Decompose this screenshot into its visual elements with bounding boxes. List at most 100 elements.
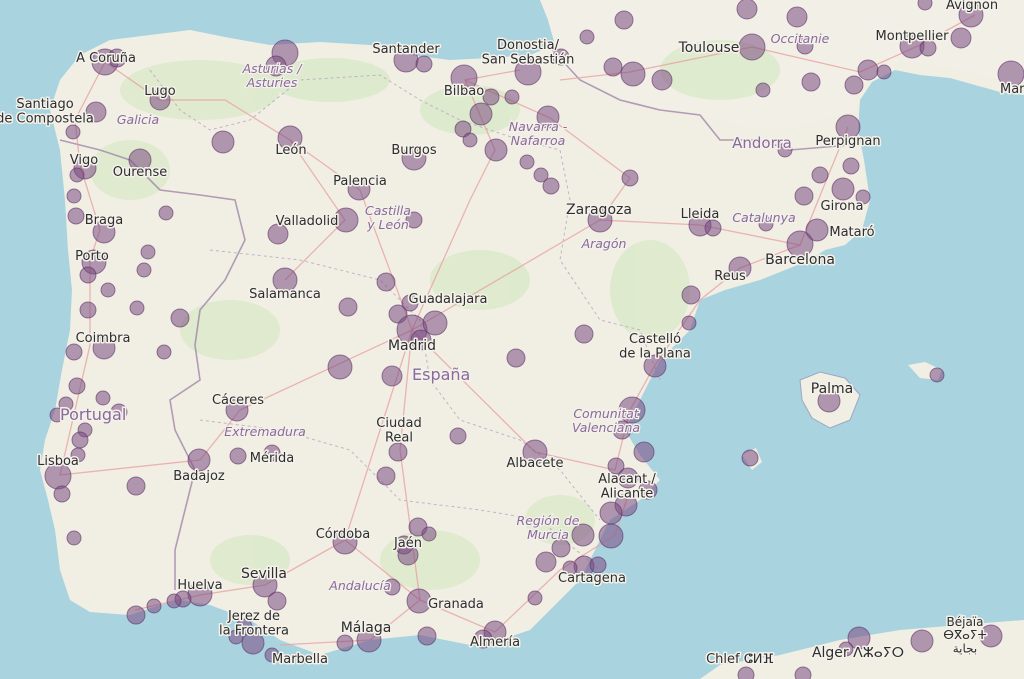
- marker[interactable]: [462, 132, 478, 148]
- marker[interactable]: [421, 526, 437, 542]
- marker[interactable]: [211, 130, 235, 154]
- marker[interactable]: [146, 598, 162, 614]
- label-line: Córdoba: [316, 527, 371, 542]
- map-canvas[interactable]: España Portugal Asturias / Asturies Galic…: [0, 0, 1024, 679]
- marker[interactable]: [156, 344, 172, 360]
- marker[interactable]: [704, 219, 722, 237]
- marker-toulouse[interactable]: [738, 33, 766, 61]
- marker[interactable]: [603, 57, 623, 77]
- marker[interactable]: [614, 10, 634, 30]
- label-line: Cartagena: [558, 571, 626, 586]
- label-line: Andalucía: [328, 578, 390, 593]
- marker[interactable]: [65, 124, 81, 140]
- marker[interactable]: [126, 476, 146, 496]
- marker[interactable]: [579, 29, 595, 45]
- marker[interactable]: [504, 89, 520, 105]
- marker[interactable]: [69, 167, 85, 183]
- marker[interactable]: [129, 300, 145, 316]
- marker[interactable]: [140, 244, 156, 260]
- marker[interactable]: [166, 593, 182, 609]
- label-line: Chlef ⵛⵍⴼ: [706, 652, 774, 667]
- marker[interactable]: [844, 75, 864, 95]
- marker[interactable]: [811, 166, 829, 184]
- marker[interactable]: [469, 102, 493, 126]
- marker[interactable]: [681, 315, 697, 331]
- marker[interactable]: [68, 377, 86, 395]
- marker-badajoz[interactable]: [187, 448, 211, 472]
- marker[interactable]: [66, 188, 82, 204]
- marker[interactable]: [801, 72, 821, 92]
- label-line: Badajoz: [173, 469, 225, 484]
- marker[interactable]: [136, 262, 152, 278]
- label-line: Santiago: [16, 97, 73, 112]
- marker[interactable]: [535, 551, 557, 573]
- marker[interactable]: [519, 154, 535, 170]
- marker[interactable]: [574, 324, 594, 344]
- label-line: Occitanie: [771, 31, 830, 46]
- marker[interactable]: [79, 266, 97, 284]
- city-label: Lisboa: [37, 454, 79, 469]
- label-line: Marbella: [272, 652, 328, 667]
- marker-ciudad-real[interactable]: [388, 442, 408, 462]
- marker[interactable]: [482, 88, 500, 106]
- marker[interactable]: [794, 666, 812, 679]
- marker[interactable]: [449, 427, 467, 445]
- marker[interactable]: [542, 177, 560, 195]
- marker[interactable]: [67, 207, 85, 225]
- marker[interactable]: [158, 205, 174, 221]
- label-line: Jaén: [393, 536, 422, 551]
- marker-chlef[interactable]: [737, 666, 755, 679]
- city-label: Cáceres: [212, 393, 264, 408]
- marker[interactable]: [950, 27, 972, 49]
- marker[interactable]: [910, 629, 934, 653]
- marker[interactable]: [417, 626, 437, 646]
- marker-girona[interactable]: [831, 177, 855, 201]
- city-label: Mataró: [829, 225, 874, 240]
- marker[interactable]: [736, 0, 758, 20]
- marker[interactable]: [598, 523, 624, 549]
- label-line: Real: [385, 430, 413, 445]
- marker[interactable]: [381, 365, 403, 387]
- marker[interactable]: [126, 605, 146, 625]
- marker[interactable]: [620, 61, 646, 87]
- label-line: Alger ⴷⵣⴰⵢⵔ: [812, 645, 904, 661]
- marker[interactable]: [929, 367, 945, 383]
- city-label: Burgos: [391, 143, 436, 158]
- marker[interactable]: [599, 501, 623, 525]
- marker[interactable]: [794, 186, 814, 206]
- marker[interactable]: [876, 64, 892, 80]
- marker[interactable]: [506, 348, 526, 368]
- marker[interactable]: [633, 441, 655, 463]
- marker[interactable]: [527, 590, 543, 606]
- marker[interactable]: [100, 282, 116, 298]
- marker[interactable]: [336, 634, 354, 652]
- marker[interactable]: [741, 449, 759, 467]
- marker[interactable]: [376, 272, 396, 292]
- marker[interactable]: [66, 530, 82, 546]
- marker[interactable]: [621, 169, 639, 187]
- marker[interactable]: [484, 138, 508, 162]
- marker[interactable]: [376, 466, 396, 486]
- marker[interactable]: [229, 447, 247, 465]
- marker[interactable]: [65, 343, 83, 361]
- marker[interactable]: [681, 285, 701, 305]
- marker[interactable]: [755, 82, 771, 98]
- marker[interactable]: [79, 301, 97, 319]
- marker[interactable]: [842, 157, 860, 175]
- label-line: A Coruña: [76, 51, 136, 66]
- marker[interactable]: [338, 297, 358, 317]
- label-line: Coimbra: [76, 331, 131, 346]
- marker[interactable]: [170, 308, 190, 328]
- marker[interactable]: [267, 591, 287, 611]
- marker[interactable]: [95, 390, 111, 406]
- label-line: Toulouse: [678, 40, 740, 56]
- marker[interactable]: [651, 69, 673, 91]
- marker[interactable]: [415, 55, 433, 73]
- marker[interactable]: [53, 485, 71, 503]
- marker[interactable]: [786, 6, 808, 28]
- marker[interactable]: [857, 59, 879, 81]
- marker[interactable]: [327, 354, 353, 380]
- city-label: Mérida: [250, 451, 294, 466]
- marker[interactable]: [71, 431, 89, 449]
- marker[interactable]: [917, 0, 933, 11]
